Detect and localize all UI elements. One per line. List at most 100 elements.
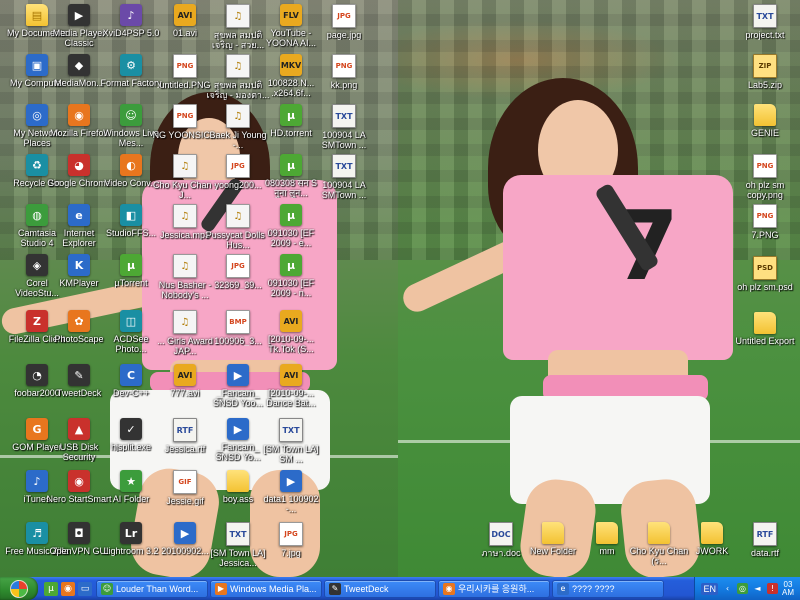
folder-icon bbox=[754, 104, 776, 126]
folder-icon: ▤ bbox=[26, 4, 48, 26]
folder-icon bbox=[701, 522, 723, 544]
png-icon: JPG bbox=[226, 254, 250, 278]
taskbar-button[interactable]: ✎ TweetDeck bbox=[324, 579, 436, 598]
green-icon: ☺ bbox=[120, 104, 142, 126]
start-button[interactable] bbox=[0, 577, 38, 600]
task-app-icon: ☺ bbox=[101, 582, 113, 595]
desktop-icon[interactable]: PSD oh plz sm.psd bbox=[732, 256, 798, 292]
blue-icon: ▶ bbox=[227, 364, 249, 386]
blue-icon: K bbox=[68, 254, 90, 276]
desktop-icon-label: oh plz sm copy.png bbox=[745, 180, 785, 200]
taskbar-button[interactable]: e???? ???? bbox=[552, 579, 664, 598]
desktop-icon-label: oh plz sm.psd bbox=[737, 282, 793, 292]
red-icon: ◕ bbox=[68, 154, 90, 176]
png-icon: JPG bbox=[226, 154, 250, 178]
dark-icon: ◈ bbox=[26, 254, 48, 276]
dark-icon: ◆ bbox=[68, 54, 90, 76]
desktop-icon[interactable]: PNG kk.png bbox=[311, 54, 377, 90]
dark-icon: ✓ bbox=[120, 418, 142, 440]
teal-icon: ◧ bbox=[120, 204, 142, 226]
torrent-icon: µ bbox=[280, 104, 302, 126]
png-icon: PNG bbox=[753, 204, 777, 228]
desktop-icon[interactable]: TXT [SM Town LA] SM ... bbox=[258, 418, 324, 464]
video-icon: AVI bbox=[174, 4, 196, 26]
desktop-icon-label: 7.PNG bbox=[751, 230, 779, 240]
desktop-icon-label: [2010-09-... Dance Bat... bbox=[266, 388, 316, 408]
audio-icon: ♫ bbox=[173, 154, 197, 178]
desktop-icon-label: 091030 [EF 2009 - n... bbox=[267, 278, 315, 298]
dark-icon: ◘ bbox=[68, 522, 90, 544]
desktop-icon[interactable]: JPG page.jpg bbox=[311, 4, 377, 40]
desktop-icon-label: [SM Town LA] SM ... bbox=[263, 444, 319, 464]
desktop-icon[interactable]: ZIP Lab5.zip bbox=[732, 54, 798, 90]
audio-icon: ♫ bbox=[226, 4, 250, 28]
file-icon: DOC bbox=[489, 522, 513, 546]
utorrent-quick-icon[interactable]: µ bbox=[44, 581, 58, 596]
desktop-icon[interactable]: TXT project.txt bbox=[732, 4, 798, 40]
video-icon: AVI bbox=[280, 310, 302, 332]
orange-icon: ✿ bbox=[68, 310, 90, 332]
desktop-icon[interactable]: Untitled Export bbox=[732, 312, 798, 346]
desktop-icon-label: 7.jpg bbox=[281, 548, 301, 558]
task-app-icon: ✎ bbox=[329, 582, 341, 595]
zip-icon: PSD bbox=[753, 256, 777, 280]
taskbar-button[interactable]: ◉ 우리시카를 응원하... bbox=[438, 579, 550, 598]
network-icon[interactable]: ◎ bbox=[737, 583, 748, 594]
orange-icon: G bbox=[26, 418, 48, 440]
file-icon: TXT bbox=[332, 104, 356, 128]
language-indicator[interactable]: EN bbox=[701, 582, 718, 595]
taskbar-button-label: TweetDeck bbox=[344, 583, 389, 594]
zip-icon: ZIP bbox=[753, 54, 777, 78]
dark-icon: ✎ bbox=[68, 364, 90, 386]
video-icon: FLV bbox=[280, 4, 302, 26]
taskbar-button-label: ???? ???? bbox=[572, 583, 615, 594]
quick-launch: µ ◉ ▭ bbox=[38, 581, 96, 596]
clock[interactable]: 03 AM bbox=[782, 580, 794, 597]
audio-icon: ♫ bbox=[226, 204, 250, 228]
desktop-icon[interactable]: JPG 7.jpg bbox=[258, 522, 324, 558]
audio-icon: ♫ bbox=[173, 204, 197, 228]
desktop-icon[interactable]: PNG 7.PNG bbox=[732, 204, 798, 240]
desktop-icon-label: 100904 LA SMTown ... bbox=[321, 180, 367, 200]
taskbar-button[interactable]: ▶ Windows Media Pla... bbox=[210, 579, 322, 598]
red-icon: ▲ bbox=[68, 418, 90, 440]
desktop-icon-label: 091030 [EF 2009 - e... bbox=[267, 228, 315, 248]
blue-icon: ▶ bbox=[174, 522, 196, 544]
teal-icon: ⚙ bbox=[120, 54, 142, 76]
png-icon: JPG bbox=[279, 522, 303, 546]
folder-icon bbox=[596, 522, 618, 544]
desktop-icon[interactable]: AVI [2010-09-... Dance Bat... bbox=[258, 364, 324, 408]
desktop-icon[interactable]: RTF data.rtf bbox=[732, 522, 798, 558]
desktop-icon[interactable]: µ 091030 [EF 2009 - e... bbox=[258, 204, 324, 248]
green-icon: ◍ bbox=[26, 204, 48, 226]
desktop-icon[interactable]: AVI [2010-09-... Tk.Tok (S... bbox=[258, 310, 324, 354]
desktop-icon-label: 100904 LA SMTown ... bbox=[321, 130, 367, 150]
chevron-left-icon[interactable]: ‹ bbox=[722, 583, 733, 594]
audio-icon: ♫ bbox=[173, 310, 197, 334]
taskbar-button[interactable]: ☺ Louder Than Word... bbox=[96, 579, 208, 598]
desktop-icon[interactable]: TXT 100904 LA SMTown ... bbox=[311, 154, 377, 200]
desktop-icon[interactable]: PNG oh plz sm copy.png bbox=[732, 154, 798, 200]
png-icon: PNG bbox=[332, 54, 356, 78]
red-icon: Z bbox=[26, 310, 48, 332]
file-icon: TXT bbox=[226, 522, 250, 546]
blue-icon: e bbox=[68, 204, 90, 226]
png-icon: GIF bbox=[173, 470, 197, 494]
clock-ampm: AM bbox=[782, 587, 794, 597]
folder-icon bbox=[648, 522, 670, 544]
firefox-quick-icon[interactable]: ◉ bbox=[61, 581, 75, 596]
file-icon: RTF bbox=[753, 522, 777, 546]
desktop-icon[interactable]: ▶ data1 100902 -... bbox=[258, 470, 324, 514]
desktop-icon[interactable]: µ 091030 [EF 2009 - n... bbox=[258, 254, 324, 298]
windows-logo-icon bbox=[10, 579, 28, 598]
volume-icon[interactable]: ◄ bbox=[752, 583, 763, 594]
taskbar-button-label: Louder Than Word... bbox=[116, 583, 199, 594]
folder-icon bbox=[542, 522, 564, 544]
dark-icon: Lr bbox=[120, 522, 142, 544]
security-icon[interactable]: ! bbox=[767, 583, 778, 594]
desktop-icon[interactable]: TXT 100904 LA SMTown ... bbox=[311, 104, 377, 150]
taskbar-button-label: 우리시카를 응원하... bbox=[458, 584, 535, 594]
desktop-icon[interactable]: GENIE bbox=[732, 104, 798, 138]
show-desktop-quick-icon[interactable]: ▭ bbox=[78, 581, 92, 596]
torrent-icon: µ bbox=[280, 154, 302, 176]
